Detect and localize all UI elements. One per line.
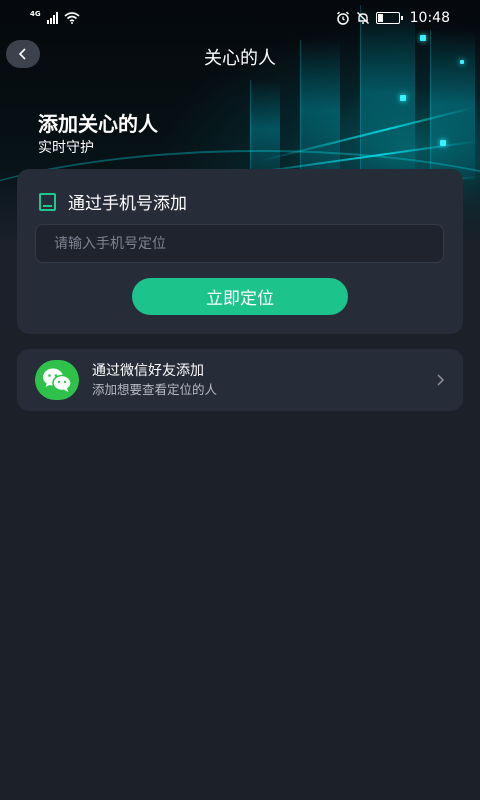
add-by-wechat-card[interactable]: 通过微信好友添加 添加想要查看定位的人 bbox=[17, 349, 463, 411]
network-type: 4G bbox=[30, 10, 41, 18]
chevron-right-icon bbox=[437, 374, 445, 386]
wechat-subtitle: 添加想要查看定位的人 bbox=[92, 382, 218, 397]
wechat-icon bbox=[35, 360, 79, 400]
wechat-title: 通过微信好友添加 bbox=[92, 363, 204, 379]
locate-now-button[interactable]: 立即定位 bbox=[132, 278, 348, 315]
add-by-phone-header: 通过手机号添加 bbox=[39, 189, 187, 214]
wechat-text: 通过微信好友添加 添加想要查看定位的人 bbox=[92, 362, 217, 399]
add-by-phone-label: 通过手机号添加 bbox=[68, 194, 187, 214]
status-bar: 4G 10:48 bbox=[0, 0, 480, 36]
page-title: 关心的人 bbox=[204, 48, 276, 69]
hero-title: 添加关心的人 bbox=[38, 112, 158, 136]
clock: 10:48 bbox=[409, 10, 450, 26]
hero-dot bbox=[400, 95, 406, 101]
phone-icon bbox=[39, 192, 56, 211]
battery-icon bbox=[375, 12, 403, 24]
wifi-icon bbox=[64, 12, 80, 24]
nav-bar: 关心的人 bbox=[0, 40, 480, 80]
signal-icon bbox=[46, 12, 58, 24]
add-by-phone-card: 通过手机号添加 立即定位 bbox=[17, 169, 463, 334]
phone-number-input[interactable] bbox=[35, 224, 444, 263]
alarm-icon bbox=[336, 11, 349, 25]
hero-dot bbox=[440, 140, 446, 146]
mute-icon bbox=[356, 12, 369, 24]
hero-subtitle: 实时守护 bbox=[38, 140, 94, 156]
